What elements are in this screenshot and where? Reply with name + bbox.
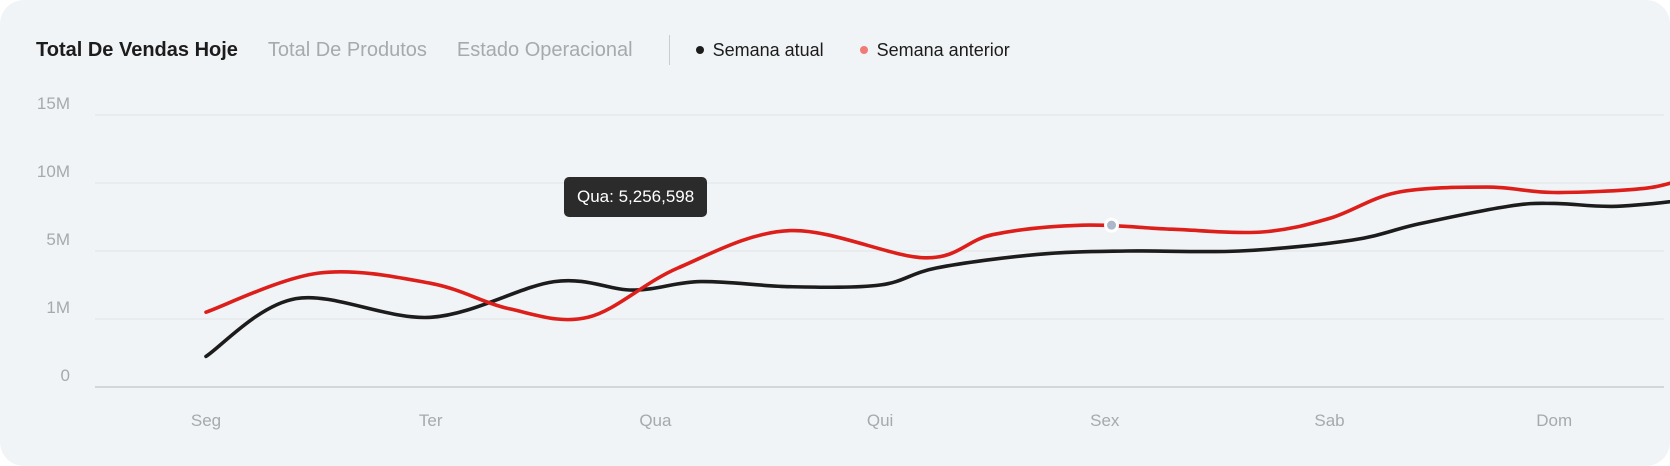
x-tick-label: Dom: [1536, 411, 1572, 430]
x-tick-label: Sex: [1090, 411, 1120, 430]
x-tick-label: Sab: [1314, 411, 1344, 430]
y-axis-ticks: 15M 10M 5M 1M 0: [37, 94, 70, 385]
y-tick-label: 0: [61, 366, 70, 385]
x-tick-label: Qua: [639, 411, 672, 430]
x-tick-label: Qui: [867, 411, 893, 430]
line-chart: 15M 10M 5M 1M 0 Seg Ter Qua Qui Sex Sab Dom: [37, 94, 1670, 430]
y-tick-label: 15M: [37, 94, 70, 113]
y-tick-label: 10M: [37, 162, 70, 181]
y-tick-label: 5M: [46, 230, 70, 249]
tooltip: Qua: 5,256,598: [564, 177, 708, 217]
chart-card: Total De Vendas Hoje Total De Produtos E…: [0, 0, 1670, 466]
grid-lines: [95, 114, 1664, 388]
series-line-semana-atual[interactable]: [204, 163, 1670, 359]
highlight-point[interactable]: [1104, 217, 1120, 233]
series-line-semana-anterior[interactable]: [204, 177, 1670, 322]
x-tick-label: Seg: [191, 411, 221, 430]
x-axis-ticks: Seg Ter Qua Qui Sex Sab Dom: [191, 411, 1572, 430]
y-tick-label: 1M: [46, 298, 70, 317]
x-tick-label: Ter: [419, 411, 443, 430]
highlight-marker: [1104, 217, 1120, 233]
series-lines: [204, 163, 1670, 359]
